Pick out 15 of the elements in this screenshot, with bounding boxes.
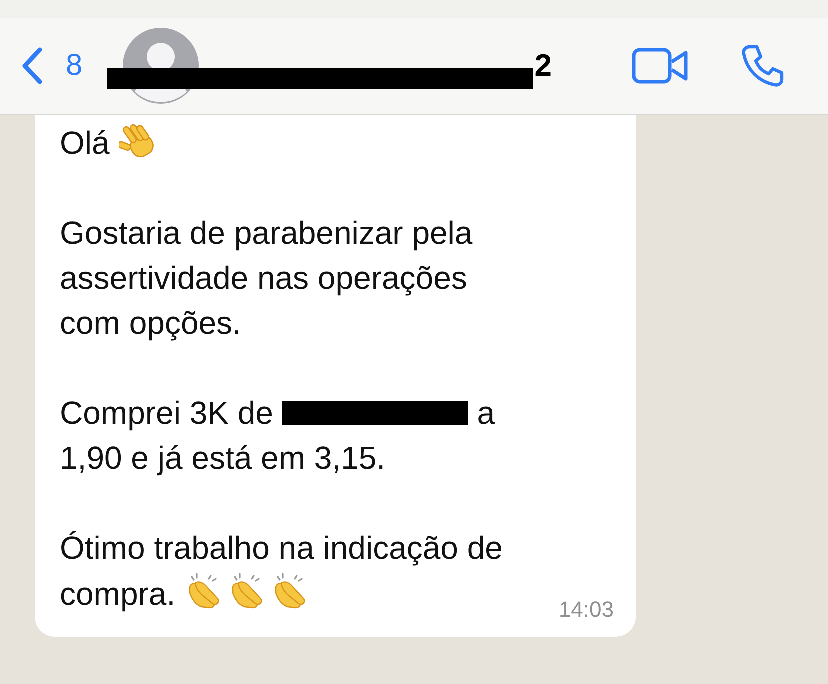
back-button[interactable]: 8 [20, 47, 83, 85]
message-text: Ótimo trabalho na indicação de [60, 530, 503, 566]
message-text: compra. [60, 576, 176, 612]
message-text: Comprei 3K de [60, 395, 274, 431]
message-time: 14:03 [558, 597, 614, 623]
message-text: Olá [60, 125, 110, 161]
message-text: Gostaria de parabenizar pela [60, 215, 473, 251]
video-call-icon[interactable] [632, 47, 690, 85]
message-text: a [477, 395, 496, 431]
contact-name[interactable]: 2 [534, 48, 552, 84]
chevron-left-icon [20, 47, 44, 85]
phone-icon[interactable] [740, 43, 786, 89]
message-text: 1,90 e já está em 3,15. [60, 440, 386, 476]
message-text: assertividade nas operações [60, 260, 468, 296]
message-text: com opções. [60, 305, 242, 341]
